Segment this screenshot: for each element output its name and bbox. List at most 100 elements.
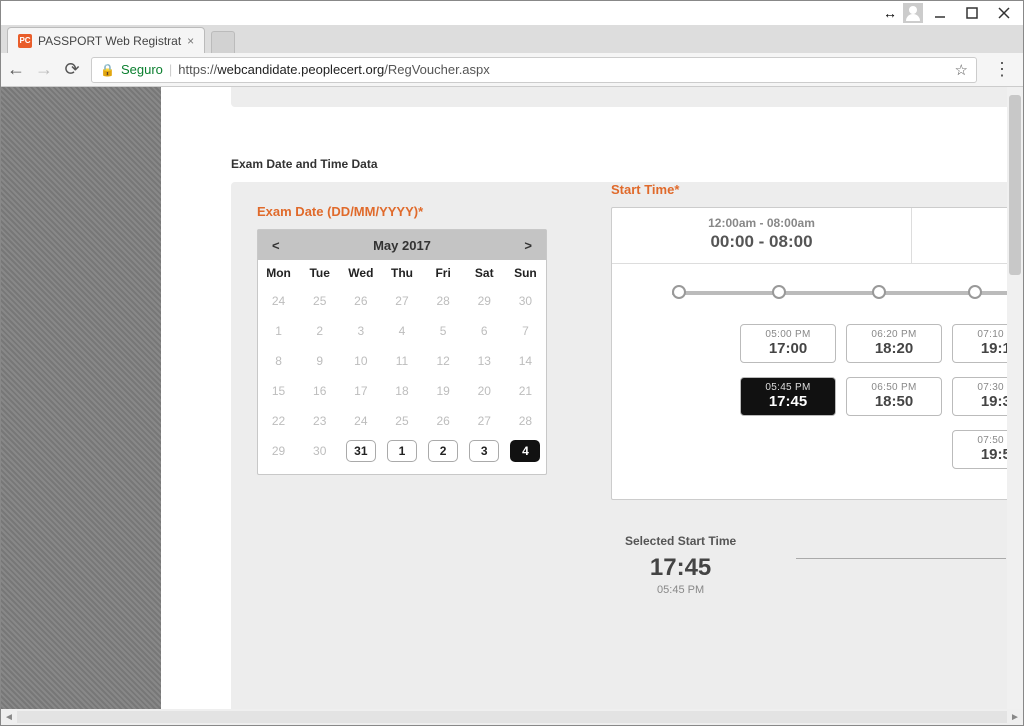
calendar-next-button[interactable]: > xyxy=(524,238,532,253)
upper-card-edge xyxy=(231,87,1023,107)
start-time-label: Start Time* xyxy=(611,182,1023,197)
page-vertical-scrollbar[interactable] xyxy=(1007,87,1023,709)
calendar-month-year: May 2017 xyxy=(280,238,525,253)
selected-start-time-label: Selected Start Time xyxy=(625,534,736,548)
tab-title: PASSPORT Web Registrat xyxy=(38,34,181,48)
page-content: Exam Date and Time Data Exam Date (DD/MM… xyxy=(161,87,1023,709)
forward-button: → xyxy=(35,59,53,80)
calendar-day: 2 xyxy=(299,316,340,346)
calendar-day: 15 xyxy=(258,376,299,406)
calendar-day: 16 xyxy=(299,376,340,406)
time-slot[interactable]: 06:50 PM18:50 xyxy=(846,377,942,416)
calendar-day: 25 xyxy=(381,406,422,436)
calendar-dow: Sun xyxy=(505,260,546,286)
page-background-stripes xyxy=(1,87,161,709)
calendar-day: 30 xyxy=(299,436,340,466)
calendar-prev-button[interactable]: < xyxy=(272,238,280,253)
calendar-day: 24 xyxy=(258,286,299,316)
browser-toolbar: ← → ⟳ 🔒 Seguro | https://webcandidate.pe… xyxy=(1,53,1023,87)
secure-label: Seguro xyxy=(121,62,163,77)
calendar-day: 30 xyxy=(505,286,546,316)
time-slot[interactable]: 05:45 PM17:45 xyxy=(740,377,836,416)
calendar-day[interactable]: 31 xyxy=(340,436,381,466)
tab-favicon: PC xyxy=(18,34,32,48)
time-slot[interactable]: 06:20 PM18:20 xyxy=(846,324,942,363)
window-close-button[interactable] xyxy=(989,2,1019,24)
chrome-profile-icon[interactable] xyxy=(903,3,923,23)
calendar-day: 23 xyxy=(299,406,340,436)
calendar-day: 14 xyxy=(505,346,546,376)
calendar-day: 10 xyxy=(340,346,381,376)
calendar-day: 13 xyxy=(464,346,505,376)
calendar-day[interactable]: 4 xyxy=(505,436,546,466)
slider-node[interactable] xyxy=(772,285,786,299)
browser-tab-strip: PC PASSPORT Web Registrat × xyxy=(1,25,1023,53)
time-range-tab[interactable]: 12:00am - 08:00am 00:00 - 08:00 xyxy=(612,208,912,263)
scrollbar-thumb[interactable] xyxy=(1009,95,1021,275)
calendar-dow: Fri xyxy=(423,260,464,286)
window-title-bar: ↔ xyxy=(1,1,1023,25)
calendar-dow: Thu xyxy=(381,260,422,286)
calendar-day: 1 xyxy=(258,316,299,346)
back-button[interactable]: ← xyxy=(7,59,25,80)
calendar-dow: Tue xyxy=(299,260,340,286)
window-horizontal-scrollbar[interactable]: ◄ ► xyxy=(1,709,1023,725)
time-slot[interactable]: 05:00 PM17:00 xyxy=(740,324,836,363)
calendar-day[interactable]: 1 xyxy=(381,436,422,466)
calendar-day: 29 xyxy=(258,436,299,466)
lock-icon: 🔒 xyxy=(100,63,115,77)
calendar-dow: Wed xyxy=(340,260,381,286)
new-tab-button[interactable] xyxy=(211,31,235,53)
calendar-day: 7 xyxy=(505,316,546,346)
browser-tab[interactable]: PC PASSPORT Web Registrat × xyxy=(7,27,205,53)
calendar-dow: Mon xyxy=(258,260,299,286)
window-minimize-button[interactable] xyxy=(925,2,955,24)
slider-node[interactable] xyxy=(872,285,886,299)
calendar-day: 11 xyxy=(381,346,422,376)
calendar-day[interactable]: 2 xyxy=(423,436,464,466)
url-text: https://webcandidate.peoplecert.org/RegV… xyxy=(178,62,490,77)
scroll-left-arrow[interactable]: ◄ xyxy=(1,712,17,723)
window-maximize-button[interactable] xyxy=(957,2,987,24)
calendar-day: 12 xyxy=(423,346,464,376)
close-tab-icon[interactable]: × xyxy=(187,34,194,48)
slider-node[interactable] xyxy=(672,285,686,299)
calendar-day: 8 xyxy=(258,346,299,376)
scrollbar-track[interactable] xyxy=(17,711,1007,723)
calendar-day: 20 xyxy=(464,376,505,406)
calendar-day: 28 xyxy=(423,286,464,316)
calendar-day: 24 xyxy=(340,406,381,436)
calendar-day[interactable]: 3 xyxy=(464,436,505,466)
calendar-day: 27 xyxy=(381,286,422,316)
address-bar[interactable]: 🔒 Seguro | https://webcandidate.peoplece… xyxy=(91,57,977,83)
calendar-day: 18 xyxy=(381,376,422,406)
reload-button[interactable]: ⟳ xyxy=(63,59,81,80)
calendar-day: 19 xyxy=(423,376,464,406)
section-heading: Exam Date and Time Data xyxy=(231,157,378,171)
calendar-day: 27 xyxy=(464,406,505,436)
calendar-day: 26 xyxy=(340,286,381,316)
calendar-day: 6 xyxy=(464,316,505,346)
calendar-day: 4 xyxy=(381,316,422,346)
calendar-day: 17 xyxy=(340,376,381,406)
calendar-day: 3 xyxy=(340,316,381,346)
time-slider[interactable] xyxy=(632,278,1023,308)
selected-start-time-12h: 05:45 PM xyxy=(625,584,736,596)
calendar-day: 26 xyxy=(423,406,464,436)
calendar-day: 29 xyxy=(464,286,505,316)
calendar-dow: Sat xyxy=(464,260,505,286)
calendar-day: 5 xyxy=(423,316,464,346)
calendar-day: 28 xyxy=(505,406,546,436)
resize-horizontal-icon: ↔ xyxy=(883,5,897,21)
calendar-day: 22 xyxy=(258,406,299,436)
calendar-day: 9 xyxy=(299,346,340,376)
scroll-right-arrow[interactable]: ► xyxy=(1007,712,1023,723)
exam-date-calendar: < May 2017 > MonTueWedThuFriSatSun242526… xyxy=(257,229,547,475)
calendar-day: 21 xyxy=(505,376,546,406)
start-time-panel: 12:00am - 08:00am 00:00 - 08:00 08:0 08: xyxy=(611,207,1023,500)
divider xyxy=(796,558,1006,559)
slider-node[interactable] xyxy=(968,285,982,299)
selected-start-time-value: 17:45 xyxy=(625,554,736,582)
bookmark-star-icon[interactable]: ☆ xyxy=(955,61,968,79)
browser-menu-icon[interactable]: ⋮ xyxy=(987,59,1017,80)
